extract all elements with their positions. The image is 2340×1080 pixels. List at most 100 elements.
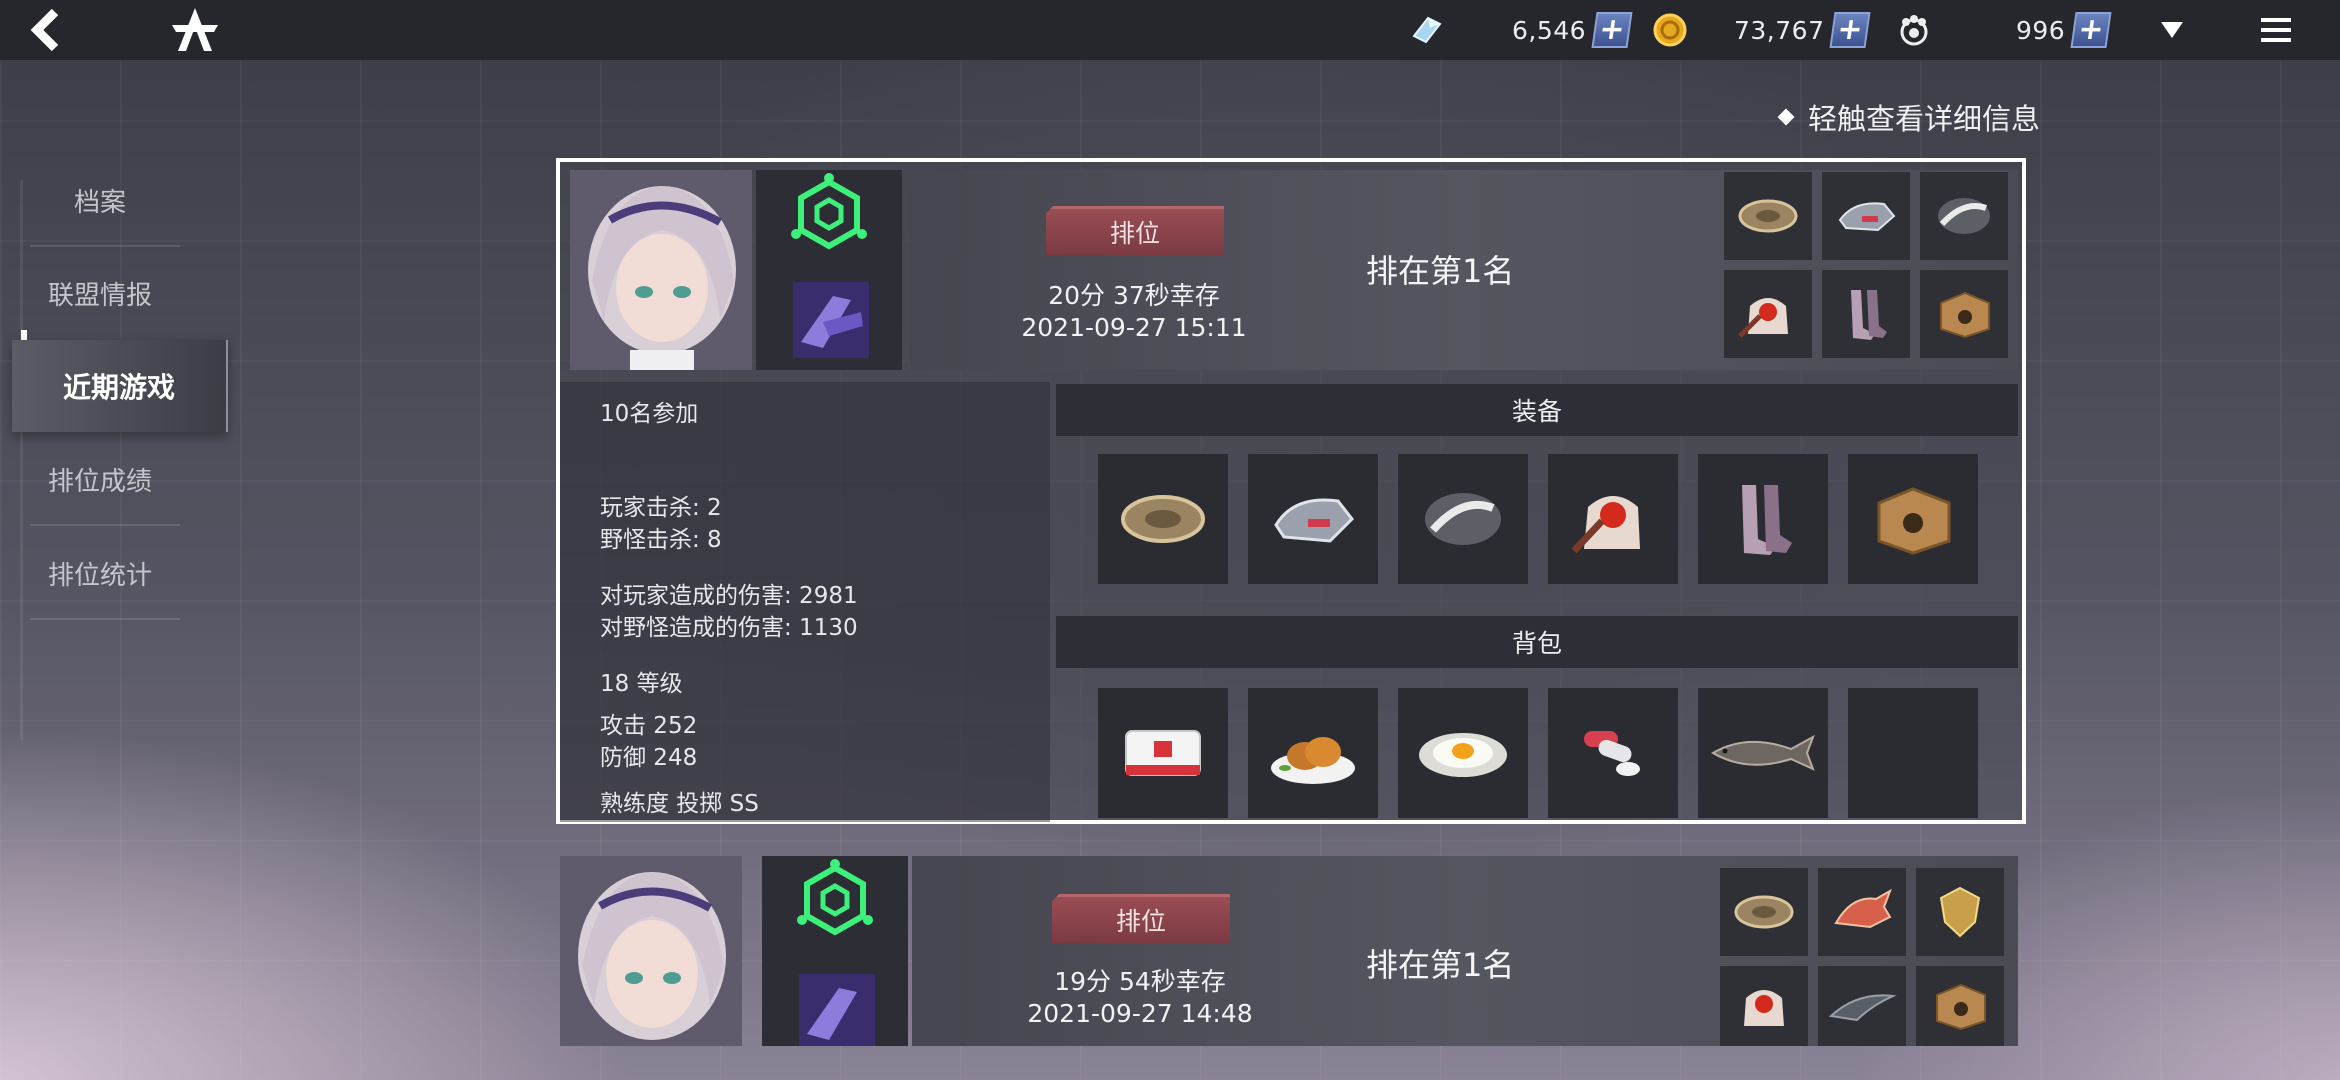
equipment-slot-small — [1720, 868, 1808, 956]
backpack-slot[interactable] — [1398, 688, 1528, 818]
crystal-icon — [1412, 16, 1442, 44]
golden-shield-icon — [1939, 886, 1981, 938]
add-crystal-button[interactable]: + — [1591, 12, 1633, 48]
paw-token-icon — [1900, 15, 1928, 46]
diamond-bullet-icon — [1777, 108, 1795, 126]
gold-coin-icon — [1653, 13, 1687, 47]
pills-icon — [1584, 731, 1640, 776]
sidebar-divider — [30, 618, 180, 620]
backpack-slot[interactable] — [1248, 688, 1378, 818]
monster-kills: 野怪击杀: 8 — [600, 527, 722, 553]
backpack-slot[interactable] — [1698, 688, 1828, 818]
currency-paw-token: 996 + — [1896, 10, 2112, 50]
tap-details-hint: 轻触查看详细信息 — [1777, 96, 2040, 138]
equipment-slot[interactable] — [1098, 454, 1228, 584]
equipment-slot-small — [1920, 270, 2008, 358]
emblem-panel — [756, 170, 902, 370]
hint-text: 轻触查看详细信息 — [1807, 102, 2040, 136]
armored-gauntlet-icon — [1274, 498, 1354, 543]
add-paw-token-button[interactable]: + — [2070, 12, 2112, 48]
top-bar: 6,546 + 73,767 + 996 + — [0, 0, 2340, 60]
equipment-slot-small — [1724, 172, 1812, 260]
backpack-slot[interactable] — [1548, 688, 1678, 818]
paw-token-amount: 996 — [2016, 15, 2066, 45]
defense-stat: 防御 248 — [600, 745, 698, 771]
placement-text: 排在第1名 — [1366, 946, 1515, 984]
bronze-disc-icon — [1738, 199, 1798, 233]
currency-crystal: 6,546 + — [1408, 10, 1633, 50]
bronze-disc-icon — [1121, 495, 1205, 543]
attack-stat: 攻击 252 — [600, 713, 698, 739]
game-stats-panel: 10名参加 玩家击杀: 2 野怪击杀: 8 对玩家造成的伤害: 2981 对野怪… — [560, 382, 1050, 822]
game-record-card[interactable]: 排位 20分 37秒幸存 2021-09-27 15:11 排在第1名 10名参… — [556, 158, 2026, 824]
backpack-slot[interactable] — [1098, 688, 1228, 818]
sidebar-item-ranked-results[interactable]: 排位成绩 — [20, 449, 180, 509]
player-damage: 对玩家造成的伤害: 2981 — [600, 583, 858, 609]
armored-gauntlet-icon — [1838, 202, 1896, 232]
fried-egg-icon — [1419, 733, 1507, 777]
equipment-slot[interactable] — [1248, 454, 1378, 584]
game-datetime: 2021-09-27 14:48 — [1027, 999, 1253, 1028]
equipment-slot-small — [1724, 270, 1812, 358]
equipment-slot[interactable] — [1398, 454, 1528, 584]
mode-tag: 排位 — [1046, 206, 1224, 255]
red-chest-armor-icon — [1738, 298, 1788, 338]
game-logo-icon — [172, 8, 218, 51]
equipment-header: 装备 — [1056, 384, 2018, 436]
menu-button[interactable] — [2256, 0, 2296, 60]
emblem-panel — [762, 856, 908, 1046]
equipment-slot-small — [1720, 966, 1808, 1046]
red-chest-armor-icon — [1571, 496, 1640, 554]
supply-crate-icon — [1877, 487, 1951, 555]
fish-icon — [1711, 734, 1815, 771]
equipment-slot-small — [1916, 868, 2004, 956]
character-avatar-icon — [570, 170, 752, 370]
equipment-slot[interactable] — [1548, 454, 1678, 584]
character-level: 18 等级 — [600, 671, 683, 697]
gold-amount: 73,767 — [1734, 15, 1825, 45]
supply-crate-icon — [1940, 291, 1990, 339]
equipment-slot-small — [1818, 966, 1906, 1046]
character-avatar-icon — [560, 856, 742, 1046]
equipment-slot-small — [1920, 172, 2008, 260]
steel-disc-icon — [1425, 493, 1501, 545]
game-datetime: 2021-09-27 15:11 — [1021, 313, 1247, 342]
dropdown-button[interactable] — [2152, 0, 2192, 60]
back-arrow-icon — [30, 8, 59, 52]
chain-icon — [1828, 994, 1897, 1022]
sidebar-item-ranked-stats[interactable]: 排位统计 — [20, 543, 180, 603]
winged-helmet-icon — [1834, 888, 1892, 929]
sidebar-divider — [30, 524, 180, 526]
survival-time: 20分 37秒幸存 — [1048, 281, 1220, 310]
game-record-card[interactable]: 排位 19分 54秒幸存 2021-09-27 14:48 排在第1名 — [556, 856, 2026, 1046]
currency-gold: 73,767 + — [1652, 10, 1872, 50]
hexagon-emblem-icon — [797, 859, 873, 936]
boots-icon — [1742, 485, 1792, 555]
back-button[interactable] — [22, 0, 72, 60]
equipment-slot-small — [1822, 172, 1910, 260]
sidebar-item-recent-games[interactable]: 近期游戏 — [12, 340, 228, 432]
bronze-disc-icon — [1734, 895, 1794, 929]
hexagon-emblem-icon — [791, 173, 867, 250]
backpack-header: 背包 — [1056, 616, 2018, 668]
crystal-amount: 6,546 — [1512, 15, 1587, 45]
equipment-slot-small — [1822, 270, 1910, 358]
add-gold-button[interactable]: + — [1829, 12, 1872, 48]
boots-icon — [1851, 290, 1887, 340]
fried-chicken-icon — [1271, 737, 1355, 784]
player-kills: 玩家击杀: 2 — [600, 495, 722, 521]
participants-count: 10名参加 — [600, 401, 699, 427]
monster-damage: 对野怪造成的伤害: 1130 — [600, 615, 858, 641]
red-chest-armor-icon — [1744, 990, 1784, 1026]
equipment-slot[interactable] — [1848, 454, 1978, 584]
sidebar-item-alliance-info[interactable]: 联盟情报 — [20, 263, 180, 323]
sidebar-item-profile[interactable]: 档案 — [20, 170, 180, 230]
home-logo-button[interactable] — [165, 0, 225, 60]
sidebar-divider — [30, 245, 180, 247]
backpack-slot-empty[interactable] — [1848, 688, 1978, 818]
steel-disc-icon — [1938, 198, 1990, 234]
weapon-skill-icon — [793, 282, 869, 358]
triangle-down-icon — [2161, 22, 2183, 38]
weapon-skill-icon — [799, 974, 875, 1046]
equipment-slot[interactable] — [1698, 454, 1828, 584]
